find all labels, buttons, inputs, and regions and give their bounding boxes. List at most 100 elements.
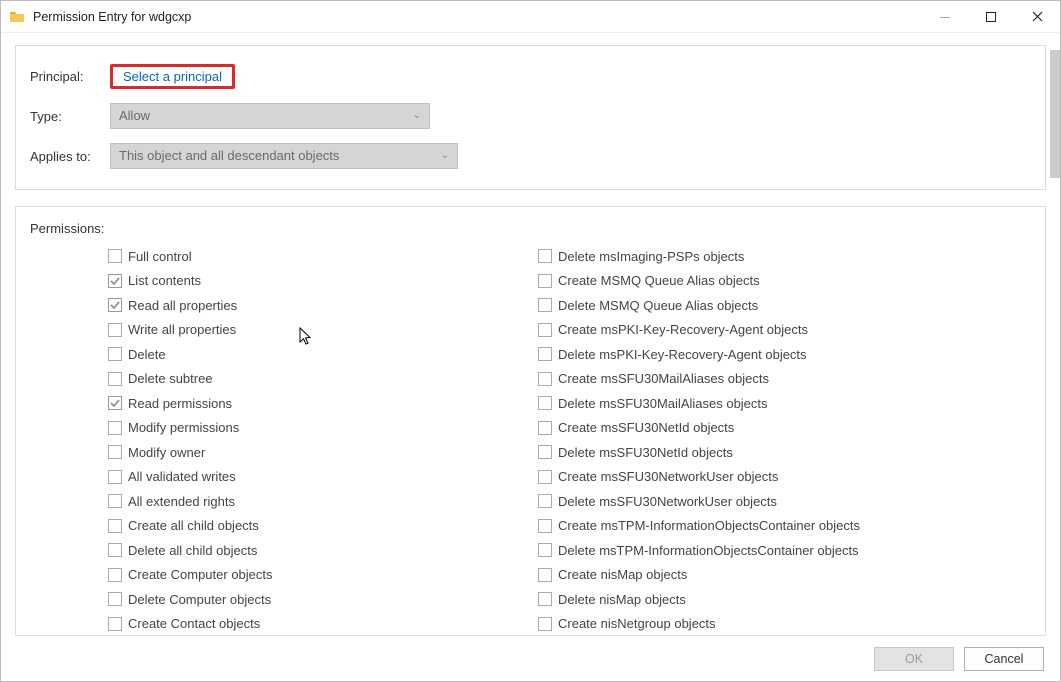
permission-checkbox[interactable] (538, 274, 552, 288)
permission-item: Modify owner (108, 440, 538, 465)
permission-item: Delete MSMQ Queue Alias objects (538, 293, 968, 318)
permission-label: Create Computer objects (128, 567, 273, 582)
applies-to-select[interactable]: This object and all descendant objects ⌄ (110, 143, 458, 169)
permissions-panel: Permissions: Full control List contents Re… (15, 206, 1046, 636)
permission-checkbox[interactable] (538, 568, 552, 582)
type-select[interactable]: Allow ⌄ (110, 103, 430, 129)
permission-label: Delete msImaging-PSPs objects (558, 249, 744, 264)
permission-item: Create msSFU30NetId objects (538, 416, 968, 441)
permission-checkbox[interactable] (108, 543, 122, 557)
permission-label: Delete all child objects (128, 543, 257, 558)
permission-checkbox[interactable] (538, 519, 552, 533)
permission-checkbox[interactable] (108, 592, 122, 606)
permission-label: Create MSMQ Queue Alias objects (558, 273, 760, 288)
permission-item: Create all child objects (108, 514, 538, 539)
permission-item: Delete msSFU30MailAliases objects (538, 391, 968, 416)
minimize-button[interactable] (922, 1, 968, 32)
permission-label: Create msSFU30MailAliases objects (558, 371, 769, 386)
scrollbar-thumb[interactable] (1050, 50, 1060, 178)
permission-checkbox[interactable] (538, 372, 552, 386)
permission-label: Modify permissions (128, 420, 239, 435)
permission-label: Create nisMap objects (558, 567, 687, 582)
permission-item: Create MSMQ Queue Alias objects (538, 269, 968, 294)
permission-checkbox[interactable] (108, 298, 122, 312)
permission-label: Delete msPKI-Key-Recovery-Agent objects (558, 347, 807, 362)
permission-checkbox[interactable] (538, 617, 552, 631)
permission-label: Create msSFU30NetId objects (558, 420, 734, 435)
permission-checkbox[interactable] (108, 372, 122, 386)
permission-item: Read all properties (108, 293, 538, 318)
permission-label: Create msSFU30NetworkUser objects (558, 469, 778, 484)
permission-checkbox[interactable] (538, 347, 552, 361)
permission-label: Create msTPM-InformationObjectsContainer… (558, 518, 860, 533)
permissions-left-column: Full control List contents Read all proper… (108, 244, 538, 636)
permission-checkbox[interactable] (538, 396, 552, 410)
permission-label: Create msPKI-Key-Recovery-Agent objects (558, 322, 808, 337)
permission-checkbox[interactable] (538, 249, 552, 263)
permission-item: All extended rights (108, 489, 538, 514)
permission-checkbox[interactable] (108, 274, 122, 288)
titlebar: Permission Entry for wdgcxp (1, 1, 1060, 33)
select-principal-link[interactable]: Select a principal (123, 69, 222, 84)
permission-checkbox[interactable] (108, 568, 122, 582)
permission-item: All validated writes (108, 465, 538, 490)
permission-label: Delete msTPM-InformationObjectsContainer… (558, 543, 859, 558)
permission-checkbox[interactable] (108, 323, 122, 337)
window-title: Permission Entry for wdgcxp (33, 10, 922, 24)
permission-checkbox[interactable] (538, 421, 552, 435)
permission-item: Create Contact objects (108, 612, 538, 637)
permission-checkbox[interactable] (108, 470, 122, 484)
permissions-label: Permissions: (30, 221, 1031, 236)
permission-item: Create nisNetgroup objects (538, 612, 968, 637)
permission-checkbox[interactable] (538, 470, 552, 484)
permission-label: Delete msSFU30NetId objects (558, 445, 733, 460)
close-button[interactable] (1014, 1, 1060, 32)
permission-checkbox[interactable] (108, 494, 122, 508)
permission-label: Read permissions (128, 396, 232, 411)
cancel-button[interactable]: Cancel (964, 647, 1044, 671)
permission-checkbox[interactable] (538, 494, 552, 508)
permission-item: Delete subtree (108, 367, 538, 392)
permission-checkbox[interactable] (108, 396, 122, 410)
permission-label: Create all child objects (128, 518, 259, 533)
permission-label: Delete (128, 347, 166, 362)
permission-item: Delete all child objects (108, 538, 538, 563)
permission-item: Read permissions (108, 391, 538, 416)
principal-label: Principal: (30, 69, 110, 84)
permission-checkbox[interactable] (538, 298, 552, 312)
permission-checkbox[interactable] (108, 519, 122, 533)
permission-checkbox[interactable] (538, 543, 552, 557)
permission-label: Create nisNetgroup objects (558, 616, 716, 631)
permission-item: List contents (108, 269, 538, 294)
permission-checkbox[interactable] (538, 445, 552, 459)
permission-checkbox[interactable] (108, 617, 122, 631)
principal-panel: Principal: Select a principal Type: Allo… (15, 45, 1046, 190)
permission-checkbox[interactable] (108, 249, 122, 263)
permission-label: Delete MSMQ Queue Alias objects (558, 298, 758, 313)
permission-checkbox[interactable] (538, 592, 552, 606)
permission-item: Delete msTPM-InformationObjectsContainer… (538, 538, 968, 563)
select-principal-highlight: Select a principal (110, 64, 235, 89)
permission-label: Delete Computer objects (128, 592, 271, 607)
permission-label: Delete subtree (128, 371, 213, 386)
permission-label: Modify owner (128, 445, 205, 460)
maximize-button[interactable] (968, 1, 1014, 32)
permission-label: List contents (128, 273, 201, 288)
permission-item: Create msSFU30NetworkUser objects (538, 465, 968, 490)
permission-item: Create msTPM-InformationObjectsContainer… (538, 514, 968, 539)
permission-item: Full control (108, 244, 538, 269)
permissions-right-column: Delete msImaging-PSPs objects Create MSMQ… (538, 244, 968, 636)
permission-item: Delete msSFU30NetworkUser objects (538, 489, 968, 514)
permission-label: Write all properties (128, 322, 236, 337)
permission-checkbox[interactable] (538, 323, 552, 337)
ok-button[interactable]: OK (874, 647, 954, 671)
permission-item: Delete msSFU30NetId objects (538, 440, 968, 465)
permission-checkbox[interactable] (108, 347, 122, 361)
permission-item: Delete msImaging-PSPs objects (538, 244, 968, 269)
permission-label: All extended rights (128, 494, 235, 509)
type-select-value: Allow (119, 108, 150, 123)
type-label: Type: (30, 109, 110, 124)
permission-item: Delete (108, 342, 538, 367)
permission-checkbox[interactable] (108, 445, 122, 459)
permission-checkbox[interactable] (108, 421, 122, 435)
